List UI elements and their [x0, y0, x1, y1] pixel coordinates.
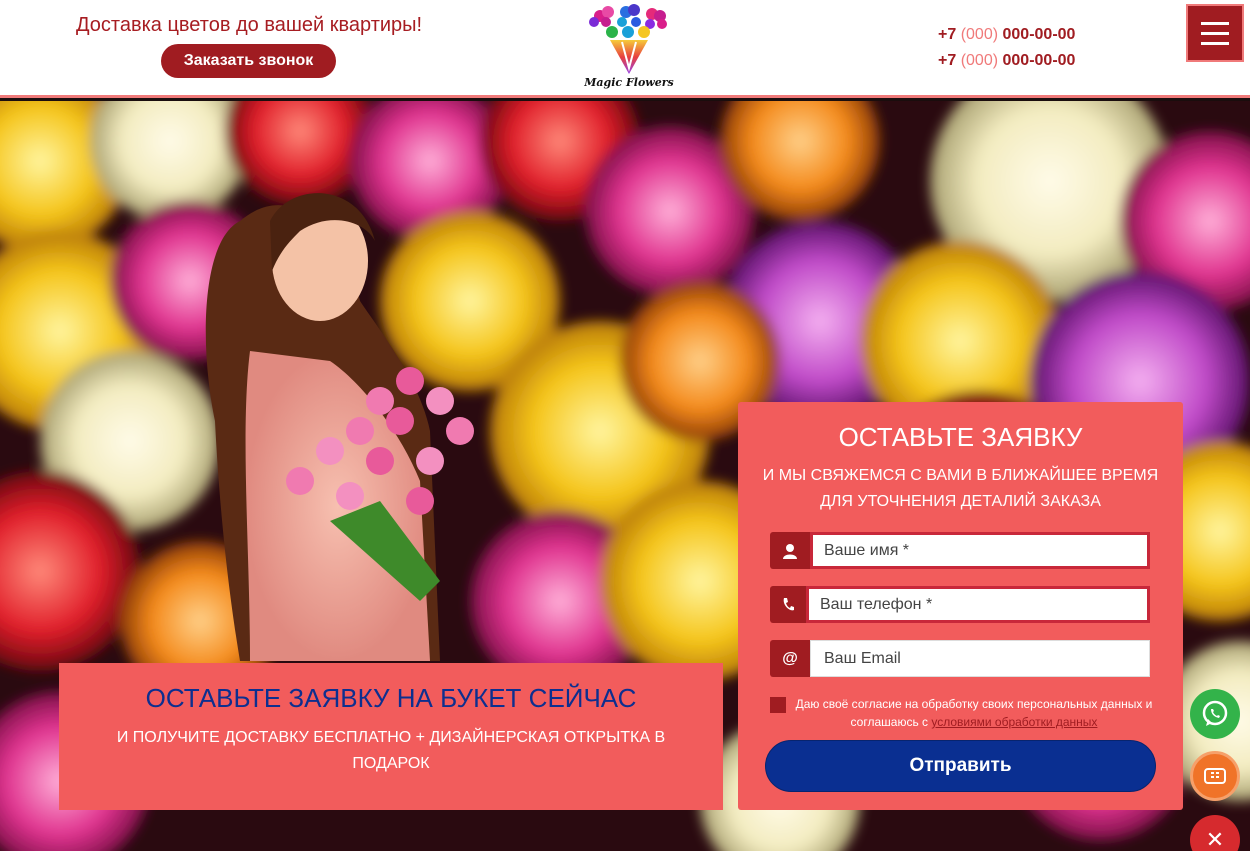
promo-box: ОСТАВЬТЕ ЗАЯВКУ НА БУКЕТ СЕЙЧАС И ПОЛУЧИ… — [59, 663, 723, 810]
flower-logo-icon — [589, 4, 667, 74]
whatsapp-icon — [1202, 700, 1228, 726]
phone-field — [770, 586, 1150, 623]
at-sign-icon: @ — [770, 640, 810, 677]
email-field: @ — [770, 640, 1150, 677]
email-input[interactable] — [810, 640, 1150, 677]
form-subtitle: И МЫ СВЯЖЕМСЯ С ВАМИ В БЛИЖАЙШЕЕ ВРЕМЯ Д… — [762, 467, 1159, 510]
hamburger-icon-bar — [1201, 31, 1229, 35]
phone-number: 000-00-00 — [998, 52, 1076, 69]
phone-code: (000) — [960, 52, 999, 69]
phone-code: (000) — [960, 26, 999, 43]
phone-icon — [770, 586, 806, 623]
phone-number-1[interactable]: +7 (000) 000-00-00 — [938, 26, 1075, 44]
promo-title: ОСТАВЬТЕ ЗАЯВКУ НА БУКЕТ СЕЙЧАС — [145, 683, 637, 713]
phone-prefix: +7 — [938, 52, 961, 69]
call-request-button[interactable] — [1190, 751, 1240, 801]
phone-prefix: +7 — [938, 26, 961, 43]
logo-text: Magic Flowers — [584, 76, 674, 89]
phone-number-2[interactable]: +7 (000) 000-00-00 — [938, 52, 1075, 70]
submit-button[interactable]: Отправить — [765, 740, 1156, 792]
header-tagline: Доставка цветов до вашей квартиры! — [76, 14, 423, 36]
site-header: Доставка цветов до вашей квартиры! Заказ… — [0, 0, 1250, 98]
name-input[interactable] — [810, 532, 1150, 569]
order-callback-button[interactable]: Заказать звонок — [161, 44, 336, 78]
hero-section: ОСТАВЬТЕ ЗАЯВКУ НА БУКЕТ СЕЙЧАС И ПОЛУЧИ… — [0, 101, 1250, 851]
request-form: ОСТАВЬТЕ ЗАЯВКУ И МЫ СВЯЖЕМСЯ С ВАМИ В Б… — [738, 402, 1183, 810]
magic-flowers-logo[interactable]: Magic Flowers — [582, 2, 676, 96]
form-title: ОСТАВЬТЕ ЗАЯВКУ — [838, 422, 1083, 452]
phone-icon — [1204, 768, 1226, 784]
hamburger-menu-button[interactable] — [1186, 4, 1244, 62]
name-field — [770, 532, 1150, 569]
hamburger-icon-bar — [1201, 41, 1229, 45]
whatsapp-button[interactable] — [1190, 689, 1240, 739]
consent-text: Даю своё согласие на обработку своих пер… — [794, 695, 1154, 731]
phone-number: 000-00-00 — [998, 26, 1076, 43]
phone-input[interactable] — [806, 586, 1150, 623]
consent-checkbox[interactable] — [770, 697, 786, 713]
close-icon: ✕ — [1205, 827, 1225, 851]
hamburger-icon-bar — [1201, 21, 1229, 25]
promo-subtitle: И ПОЛУЧИТЕ ДОСТАВКУ БЕСПЛАТНО + ДИЗАЙНЕР… — [116, 729, 666, 772]
data-processing-terms-link[interactable]: условиями обработки данных — [931, 715, 1097, 729]
user-icon — [770, 532, 810, 569]
